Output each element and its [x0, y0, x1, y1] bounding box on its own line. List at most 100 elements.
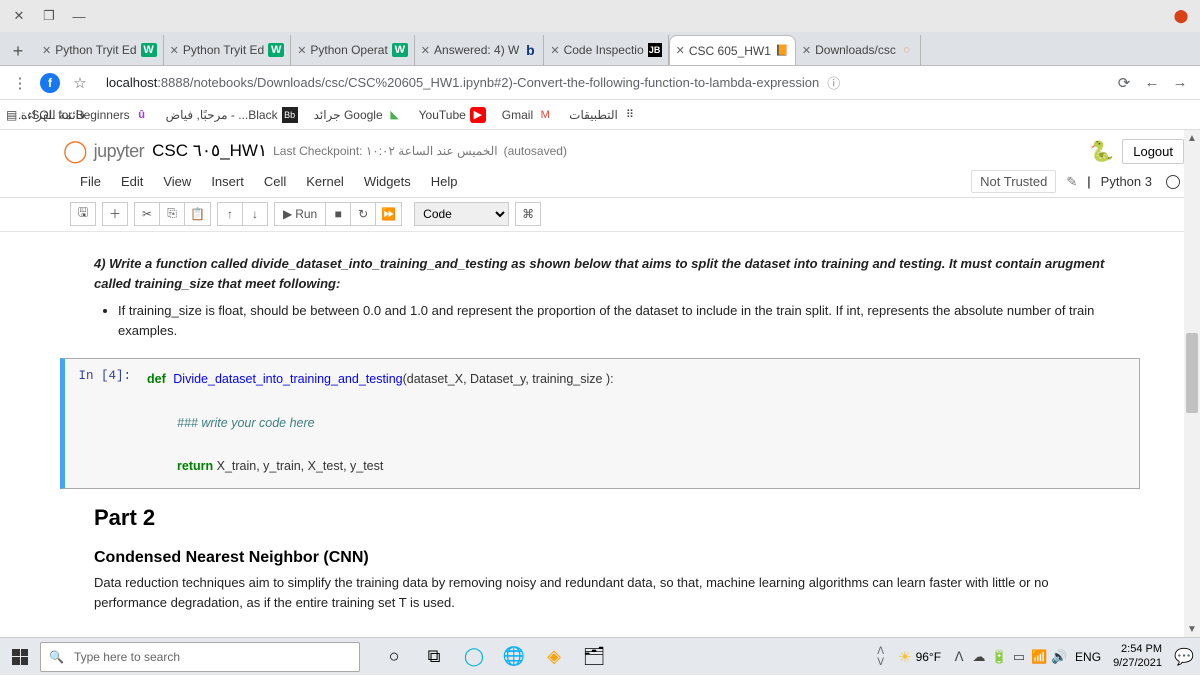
- menu-file[interactable]: File: [70, 170, 111, 193]
- close-icon[interactable]: ✕: [421, 44, 430, 57]
- url-field[interactable]: localhost:8888/notebooks/Downloads/csc/C…: [94, 69, 1110, 97]
- tab-2[interactable]: ✕Python OperatW: [291, 35, 415, 65]
- site-badge[interactable]: f: [40, 73, 60, 93]
- profile-icon[interactable]: ⬤: [1166, 1, 1196, 31]
- scrollbar-thumb[interactable]: [1186, 333, 1198, 413]
- paste-button[interactable]: 📋: [184, 202, 211, 226]
- menu-icon[interactable]: ⋮: [6, 69, 34, 97]
- overflow-icon[interactable]: ᐱᐯ: [871, 646, 890, 668]
- bookmark-blackboard[interactable]: BbBlack... - مرحبًا, فياض: [166, 107, 298, 123]
- reading-list-button[interactable]: قائمة القراءة ▤: [6, 100, 85, 130]
- heading-cnn[interactable]: Condensed Nearest Neighbor (CNN): [30, 535, 1170, 573]
- menu-insert[interactable]: Insert: [201, 170, 254, 193]
- close-icon[interactable]: ✕: [550, 44, 559, 57]
- app-icon[interactable]: ◈: [536, 638, 572, 676]
- info-icon[interactable]: ⓘ: [827, 73, 840, 92]
- volume-icon[interactable]: 🔊: [1049, 649, 1069, 665]
- file-explorer-icon[interactable]: 🗂: [576, 638, 612, 676]
- gmail-icon: M: [537, 107, 553, 123]
- save-button[interactable]: 🖫: [70, 202, 96, 226]
- weather-widget[interactable]: ☀96°F: [890, 648, 949, 666]
- notebook-name[interactable]: CSC ٦٠٥_HW١: [152, 141, 267, 161]
- onedrive-icon[interactable]: ☁: [969, 649, 989, 665]
- close-icon[interactable]: ✕: [42, 44, 51, 57]
- kernel-name[interactable]: Python 3: [1101, 174, 1152, 189]
- menu-edit[interactable]: Edit: [111, 170, 153, 193]
- star-icon[interactable]: ☆: [66, 69, 94, 97]
- close-icon[interactable]: ✕: [4, 1, 34, 31]
- menu-bar: File Edit View Insert Cell Kernel Widget…: [0, 168, 1200, 198]
- restart-button[interactable]: ↻: [350, 202, 376, 226]
- menu-cell[interactable]: Cell: [254, 170, 296, 193]
- input-prompt: In [4]:: [65, 359, 137, 488]
- menu-kernel[interactable]: Kernel: [296, 170, 354, 193]
- command-palette-button[interactable]: ⌘: [515, 202, 541, 226]
- apps-button[interactable]: ⠿التطبيقات: [569, 107, 638, 123]
- restart-run-all-button[interactable]: ⏩: [375, 202, 402, 226]
- clock[interactable]: 2:54 PM9/27/2021: [1107, 643, 1168, 669]
- tray-chevron-icon[interactable]: ᐱ: [949, 649, 969, 665]
- minimize-icon[interactable]: —: [64, 1, 94, 31]
- chrome-icon[interactable]: 🌐: [496, 638, 532, 676]
- language-indicator[interactable]: ENG: [1069, 650, 1107, 664]
- scroll-down-icon[interactable]: ▼: [1184, 621, 1200, 637]
- browser-tabs: + ✕Python Tryit EdW ✕Python Tryit EdW ✕P…: [0, 32, 1200, 66]
- tab-3[interactable]: ✕Answered: 4) Wb: [415, 35, 545, 65]
- scroll-up-icon[interactable]: ▲: [1184, 130, 1200, 146]
- edit-icon[interactable]: ✎: [1066, 174, 1077, 190]
- menu-widgets[interactable]: Widgets: [354, 170, 421, 193]
- heading-part2[interactable]: Part 2: [30, 489, 1170, 535]
- markdown-cell[interactable]: 4) Write a function called divide_datase…: [30, 246, 1170, 350]
- interrupt-button[interactable]: ■: [325, 202, 351, 226]
- menu-help[interactable]: Help: [421, 170, 468, 193]
- wifi-icon[interactable]: 📶: [1029, 649, 1049, 665]
- cortana-icon[interactable]: ○: [376, 638, 412, 676]
- reload-icon[interactable]: ⟳: [1110, 69, 1138, 97]
- close-icon[interactable]: ✕: [802, 44, 811, 57]
- udemy-icon: û: [134, 107, 150, 123]
- bookmark-google[interactable]: ◣Google جرائد: [314, 107, 403, 123]
- task-view-icon[interactable]: ⧉: [416, 638, 452, 676]
- forward-icon[interactable]: →: [1166, 69, 1194, 97]
- not-trusted-button[interactable]: Not Trusted: [971, 170, 1056, 193]
- multitask-icon[interactable]: ❐: [34, 1, 64, 31]
- tab-4[interactable]: ✕Code InspectioJB: [544, 35, 668, 65]
- move-down-button[interactable]: ↓: [242, 202, 268, 226]
- kernel-indicator-icon[interactable]: [1166, 175, 1180, 189]
- back-icon[interactable]: ←: [1138, 69, 1166, 97]
- menu-view[interactable]: View: [153, 170, 201, 193]
- markdown-cell[interactable]: Data reduction techniques aim to simplif…: [30, 573, 1170, 622]
- tab-5[interactable]: ✕CSC 605_HW1📙: [669, 35, 796, 65]
- jupyter-logo-icon[interactable]: ◯: [63, 138, 88, 164]
- scrollbar[interactable]: ▲ ▼: [1184, 130, 1200, 637]
- search-input[interactable]: 🔍Type here to search: [40, 642, 360, 672]
- bookmark-gmail[interactable]: MGmail: [502, 107, 553, 123]
- tab-6[interactable]: ✕Downloads/csc◌: [796, 35, 921, 65]
- jupyter-icon: 📙: [775, 44, 789, 58]
- move-up-button[interactable]: ↑: [217, 202, 243, 226]
- code-editor[interactable]: def Divide_dataset_into_training_and_tes…: [137, 359, 1139, 488]
- battery-icon[interactable]: 🔋: [989, 649, 1009, 665]
- close-icon[interactable]: ✕: [170, 44, 179, 57]
- code-cell[interactable]: In [4]: def Divide_dataset_into_training…: [60, 358, 1140, 489]
- list-icon: ▤: [6, 108, 17, 122]
- power-icon[interactable]: ▭: [1009, 649, 1029, 665]
- close-icon[interactable]: ✕: [297, 44, 306, 57]
- logout-button[interactable]: Logout: [1122, 139, 1184, 164]
- start-button[interactable]: [0, 638, 40, 676]
- w3schools-icon: W: [392, 43, 408, 57]
- notifications-icon[interactable]: 💬: [1168, 647, 1200, 667]
- cell-type-select[interactable]: Code: [414, 202, 509, 226]
- new-tab-button[interactable]: +: [4, 37, 32, 65]
- tab-0[interactable]: ✕Python Tryit EdW: [36, 35, 164, 65]
- add-cell-button[interactable]: ＋: [102, 202, 128, 226]
- cut-button[interactable]: ✂: [134, 202, 160, 226]
- close-icon[interactable]: ✕: [676, 44, 685, 57]
- tab-1[interactable]: ✕Python Tryit EdW: [164, 35, 292, 65]
- notebook-cells: 4) Write a function called divide_datase…: [0, 232, 1200, 622]
- run-button[interactable]: ▶ Run: [274, 202, 326, 226]
- copy-button[interactable]: ⎘: [159, 202, 185, 226]
- bookmark-youtube[interactable]: ▶YouTube: [419, 107, 486, 123]
- app-icon[interactable]: ◯: [456, 638, 492, 676]
- page-content: ◯ jupyter CSC ٦٠٥_HW١ Last Checkpoint: ا…: [0, 130, 1200, 637]
